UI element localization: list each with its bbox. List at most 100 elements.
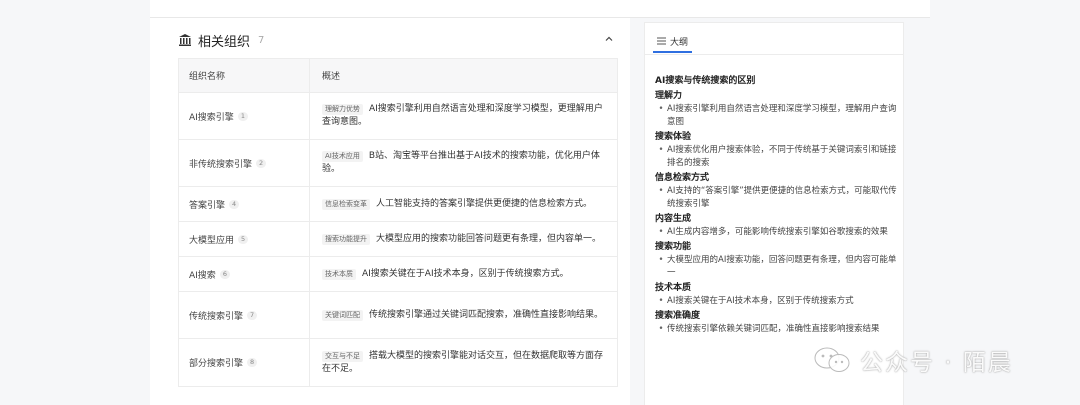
org-desc-cell: 信息检索变革 人工智能支持的答案引擎提供更便捷的信息检索方式。 [310,187,617,221]
table-row: 答案引擎 4 信息检索变革 人工智能支持的答案引擎提供更便捷的信息检索方式。 [179,187,617,222]
org-desc-text: AI搜索引擎利用自然语言处理和深度学习模型，更理解用户查询意图。 [322,104,603,127]
column-header-name: 组织名称 [179,59,310,92]
org-desc-cell: 交互与不足 搭载大模型的搜索引擎能对话交互，但在数据爬取等方面存在不足。 [310,339,617,386]
org-desc-text: 大模型应用的搜索功能回答问题更有条理，但内容单一。 [376,233,602,244]
outline-content: AI搜索与传统搜索的区别 理解力 • AI搜索引擎利用自然语言处理和深度学习模型，… [655,75,897,336]
outline-heading[interactable]: 搜索准确度 [655,309,897,323]
org-name[interactable]: AI搜索引擎 [189,110,234,123]
outline-section: 信息检索方式 • AI支持的“答案引擎”提供更便捷的信息检索方式，可能取代传统搜索… [655,171,897,211]
org-name[interactable]: AI搜索 [189,268,216,281]
org-desc: 关键词匹配 传统搜索引擎通过关键词匹配搜索，准确性直接影响结果。 [322,309,603,322]
org-desc-cell: 搜索功能提升 大模型应用的搜索功能回答问题更有条理，但内容单一。 [310,222,617,256]
outline-title: AI搜索与传统搜索的区别 [655,76,756,86]
outline-item-text: 传统搜索引擎依赖关键词匹配，准确性直接影响搜索结果 [667,324,880,334]
outline-section: 搜索准确度 • 传统搜索引擎依赖关键词匹配，准确性直接影响搜索结果 [655,309,897,336]
org-name-cell: 非传统搜索引擎 2 [179,140,310,186]
org-name-cell: AI搜索 6 [179,257,310,291]
watermark: 公众号 · 陌晨 [812,344,1013,376]
org-tag: 交互与不足 [322,350,363,362]
outline-section: 搜索功能 • 大模型应用的AI搜索功能，回答问题更有条理，但内容可能单一 [655,240,897,280]
org-name[interactable]: 答案引擎 [189,198,225,211]
outline-item: • AI支持的“答案引擎”提供更便捷的信息检索方式，可能取代传统搜索引擎 [655,185,897,211]
org-desc-text: 传统搜索引擎通过关键词匹配搜索，准确性直接影响结果。 [369,309,604,320]
outline-item-text: 大模型应用的AI搜索功能，回答问题更有条理，但内容可能单一 [667,255,897,278]
org-desc-cell: AI技术应用 B站、淘宝等平台推出基于AI技术的搜索功能，优化用户体验。 [310,140,617,186]
top-divider [150,0,930,18]
outline-heading[interactable]: 信息检索方式 [655,171,897,185]
org-desc-text: 搭载大模型的搜索引擎能对话交互，但在数据爬取等方面存在不足。 [322,350,604,374]
outline-item: • AI搜索优化用户搜索体验，不同于传统基于关键词索引和链接排名的搜索 [655,144,897,170]
bullet-icon: • [658,227,664,237]
outline-section: 搜索体验 • AI搜索优化用户搜索体验，不同于传统基于关键词索引和链接排名的搜索 [655,130,897,170]
outline-heading[interactable]: 理解力 [655,89,897,103]
org-table: 组织名称 概述 AI搜索引擎 1 理解力优势 AI搜索引擎利用自然语言处理和深度学… [178,58,618,387]
org-badge: 7 [247,310,258,320]
outline-item: • 传统搜索引擎依赖关键词匹配，准确性直接影响搜索结果 [655,323,897,336]
org-tag: 搜索功能提升 [322,233,370,245]
related-orgs-title: 相关组织 [198,34,251,50]
org-desc-text: 人工智能支持的答案引擎提供更便捷的信息检索方式。 [376,198,593,209]
outline-item-text: AI支持的“答案引擎”提供更便捷的信息检索方式，可能取代传统搜索引擎 [667,186,897,209]
org-desc: 理解力优势 AI搜索引擎利用自然语言处理和深度学习模型，更理解用户查询意图。 [322,103,607,129]
org-tag: 技术本质 [322,268,356,280]
bullet-icon: • [658,296,664,306]
table-row: 传统搜索引擎 7 关键词匹配 传统搜索引擎通过关键词匹配搜索，准确性直接影响结果。 [179,292,617,339]
outline-heading[interactable]: 搜索功能 [655,240,897,254]
bullet-icon: • [658,186,664,196]
org-desc: 交互与不足 搭载大模型的搜索引擎能对话交互，但在数据爬取等方面存在不足。 [322,350,607,376]
wechat-icon [814,347,850,372]
watermark-text: 公众号 · 陌晨 [860,350,1013,376]
org-badge: 1 [237,111,248,121]
org-badge: 4 [229,199,240,209]
org-badge: 8 [247,358,258,367]
outline-item: • AI搜索关键在于AI技术本身，区别于传统搜索方式 [655,295,897,308]
institution-icon [179,34,191,46]
org-name[interactable]: 传统搜索引擎 [189,309,243,322]
org-badge: 6 [219,269,230,279]
org-name[interactable]: 部分搜索引擎 [189,356,243,369]
outline-heading[interactable]: 技术本质 [655,281,897,295]
org-desc: 信息检索变革 人工智能支持的答案引擎提供更便捷的信息检索方式。 [322,198,592,211]
outline-item-text: AI搜索引擎利用自然语言处理和深度学习模型，理解用户查询意图 [667,104,897,127]
outline-section: 内容生成 • AI生成内容增多，可能影响传统搜索引擎如谷歌搜索的效果 [655,212,897,239]
org-tag: AI技术应用 [322,151,363,162]
table-row: 大模型应用 5 搜索功能提升 大模型应用的搜索功能回答问题更有条理，但内容单一。 [179,222,617,257]
org-name-cell: 部分搜索引擎 8 [179,339,310,386]
org-desc-text: B站、淘宝等平台推出基于AI技术的搜索功能，优化用户体验。 [322,151,600,174]
related-orgs-count: 7 [258,34,265,46]
outline-heading[interactable]: 内容生成 [655,212,897,226]
org-name-cell: 答案引擎 4 [179,187,310,221]
table-row: 部分搜索引擎 8 交互与不足 搭载大模型的搜索引擎能对话交互，但在数据爬取等方面存… [179,339,617,386]
org-desc: AI技术应用 B站、淘宝等平台推出基于AI技术的搜索功能，优化用户体验。 [322,150,607,176]
org-desc-cell: 理解力优势 AI搜索引擎利用自然语言处理和深度学习模型，更理解用户查询意图。 [310,93,617,139]
tab-divider [645,54,903,55]
tab-outline[interactable]: 大纲 [653,31,693,53]
org-desc-cell: 关键词匹配 传统搜索引擎通过关键词匹配搜索，准确性直接影响结果。 [310,292,617,338]
org-badge: 5 [238,234,249,244]
outline-section: 技术本质 • AI搜索关键在于AI技术本身，区别于传统搜索方式 [655,281,897,308]
bullet-icon: • [658,145,664,155]
outline-item-text: AI生成内容增多，可能影响传统搜索引擎如谷歌搜索的效果 [667,227,888,237]
outline-item: • AI生成内容增多，可能影响传统搜索引擎如谷歌搜索的效果 [655,226,897,239]
outline-item-text: AI搜索关键在于AI技术本身，区别于传统搜索方式 [667,296,854,306]
column-header-desc: 概述 [322,72,341,82]
org-desc-text: AI搜索关键在于AI技术本身，区别于传统搜索方式。 [362,268,569,279]
org-tag: 关键词匹配 [322,309,363,321]
list-icon [657,37,666,45]
org-name-cell: 传统搜索引擎 7 [179,292,310,338]
org-name-cell: AI搜索引擎 1 [179,93,310,139]
org-name[interactable]: 大模型应用 [189,233,234,246]
org-name-cell: 大模型应用 5 [179,222,310,256]
org-desc: 技术本质 AI搜索关键在于AI技术本身，区别于传统搜索方式。 [322,268,569,281]
table-header: 组织名称 概述 [179,59,617,93]
org-name[interactable]: 非传统搜索引擎 [189,157,252,170]
outline-heading[interactable]: 搜索体验 [655,130,897,144]
outline-section: 理解力 • AI搜索引擎利用自然语言处理和深度学习模型，理解用户查询意图 [655,89,897,129]
related-orgs-card: 相关组织 7 组织名称 概述 AI搜索引擎 1 理解力优势 AI搜索引擎利用自然语… [150,18,630,405]
outline-item: • AI搜索引擎利用自然语言处理和深度学习模型，理解用户查询意图 [655,103,897,129]
tab-outline-label: 大纲 [670,37,689,48]
related-orgs-header: 相关组织 7 [178,30,264,50]
outline-item: • 大模型应用的AI搜索功能，回答问题更有条理，但内容可能单一 [655,254,897,280]
table-row: AI搜索引擎 1 理解力优势 AI搜索引擎利用自然语言处理和深度学习模型，更理解用… [179,93,617,140]
collapse-chevron-up-icon[interactable] [602,32,616,46]
